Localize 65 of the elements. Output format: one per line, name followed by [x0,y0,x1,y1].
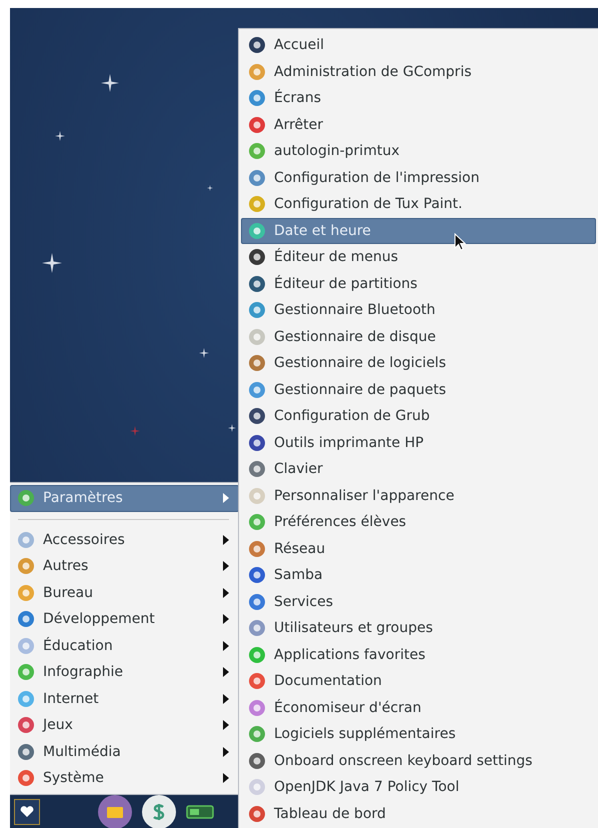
menu-item[interactable]: Gestionnaire de paquets [241,376,596,403]
menu-item[interactable]: Onboard onscreen keyboard settings [241,748,596,774]
menu-item[interactable]: Réseau [241,536,596,562]
menu-item[interactable]: Multimédia [10,738,239,765]
menu-item[interactable]: Configuration de Grub [241,403,596,430]
dollar-icon[interactable] [142,794,176,828]
submenu-arrow-icon [222,613,230,626]
menu-item[interactable]: Développement [10,606,239,632]
menu-item[interactable]: Utilisateurs et groupes [241,615,596,642]
menu-item[interactable]: Jeux [10,712,239,738]
menu-item[interactable]: Logiciels supplémentaires [241,721,596,748]
menu-item[interactable]: OpenJDK Java 7 Policy Tool [241,774,596,800]
menu-item[interactable]: Personnaliser l'apparence [241,482,596,509]
menu-item[interactable]: Gestionnaire de logiciels [241,350,596,376]
start-button[interactable] [14,798,40,824]
menu-item[interactable]: Services [241,588,596,615]
menu-item[interactable]: Applications favorites [241,642,596,668]
star-icon [228,424,236,432]
menu-item[interactable]: Outils imprimante HP [241,430,596,456]
menu-item[interactable]: Tableau de bord [241,800,596,827]
menu-item[interactable]: Système [10,765,239,792]
heart-icon [20,806,34,818]
menu-item[interactable]: Infographie [10,659,239,686]
menu-item[interactable]: Éditeur de menus [241,244,596,270]
submenu-arrow-icon [222,534,230,546]
menu-item[interactable]: Documentation [241,668,596,694]
menu-item[interactable]: Internet [10,686,239,712]
menu-item[interactable]: Écrans [241,85,596,112]
star-icon [199,348,209,358]
menu-item[interactable]: Bureau [10,580,239,606]
menu-item[interactable]: Éditeur de partitions [241,270,596,297]
menu-item[interactable]: Paramètres [10,485,239,512]
menu-item[interactable]: Gestionnaire de disque [241,324,596,350]
mouse-cursor-icon [454,233,466,251]
star-icon [55,131,65,141]
menu-item[interactable]: Autres [10,553,239,580]
menu-item[interactable]: Arrêter [241,112,596,138]
folder-icon[interactable] [98,794,132,828]
battery-icon[interactable] [186,804,214,818]
submenu-arrow-icon [222,746,230,758]
menu-item[interactable]: Date et heure [241,218,596,244]
menu-item[interactable]: autologin-primtux [241,138,596,164]
menu-item[interactable]: Samba [241,562,596,588]
submenu-arrow-icon [222,666,230,678]
submenu-arrow-icon [222,640,230,652]
submenu-arrow-icon [222,492,230,504]
star-icon [130,426,140,436]
star-icon [42,253,62,273]
menu-item[interactable]: Gestionnaire Bluetooth [241,297,596,324]
submenu-arrow-icon [222,719,230,732]
submenu-arrow-icon [222,560,230,572]
menu-item[interactable]: Configuration de Tux Paint. [241,191,596,218]
menu-item[interactable]: Économiseur d'écran [241,694,596,721]
menu-item[interactable]: Clavier [241,456,596,482]
menu-item[interactable]: Accueil [241,32,596,58]
submenu-arrow-icon [222,692,230,705]
menu-item[interactable]: Éducation [10,632,239,659]
menu-item[interactable]: Administration de GCompris [241,58,596,85]
star-icon [207,185,213,191]
submenu-arrow-icon [222,772,230,784]
submenu-arrow-icon [222,586,230,599]
menu-item[interactable]: Accessoires [10,526,239,553]
star-icon [101,74,119,92]
menu-item[interactable]: Configuration de l'impression [241,164,596,191]
menu-item[interactable]: Préférences élèves [241,509,596,536]
